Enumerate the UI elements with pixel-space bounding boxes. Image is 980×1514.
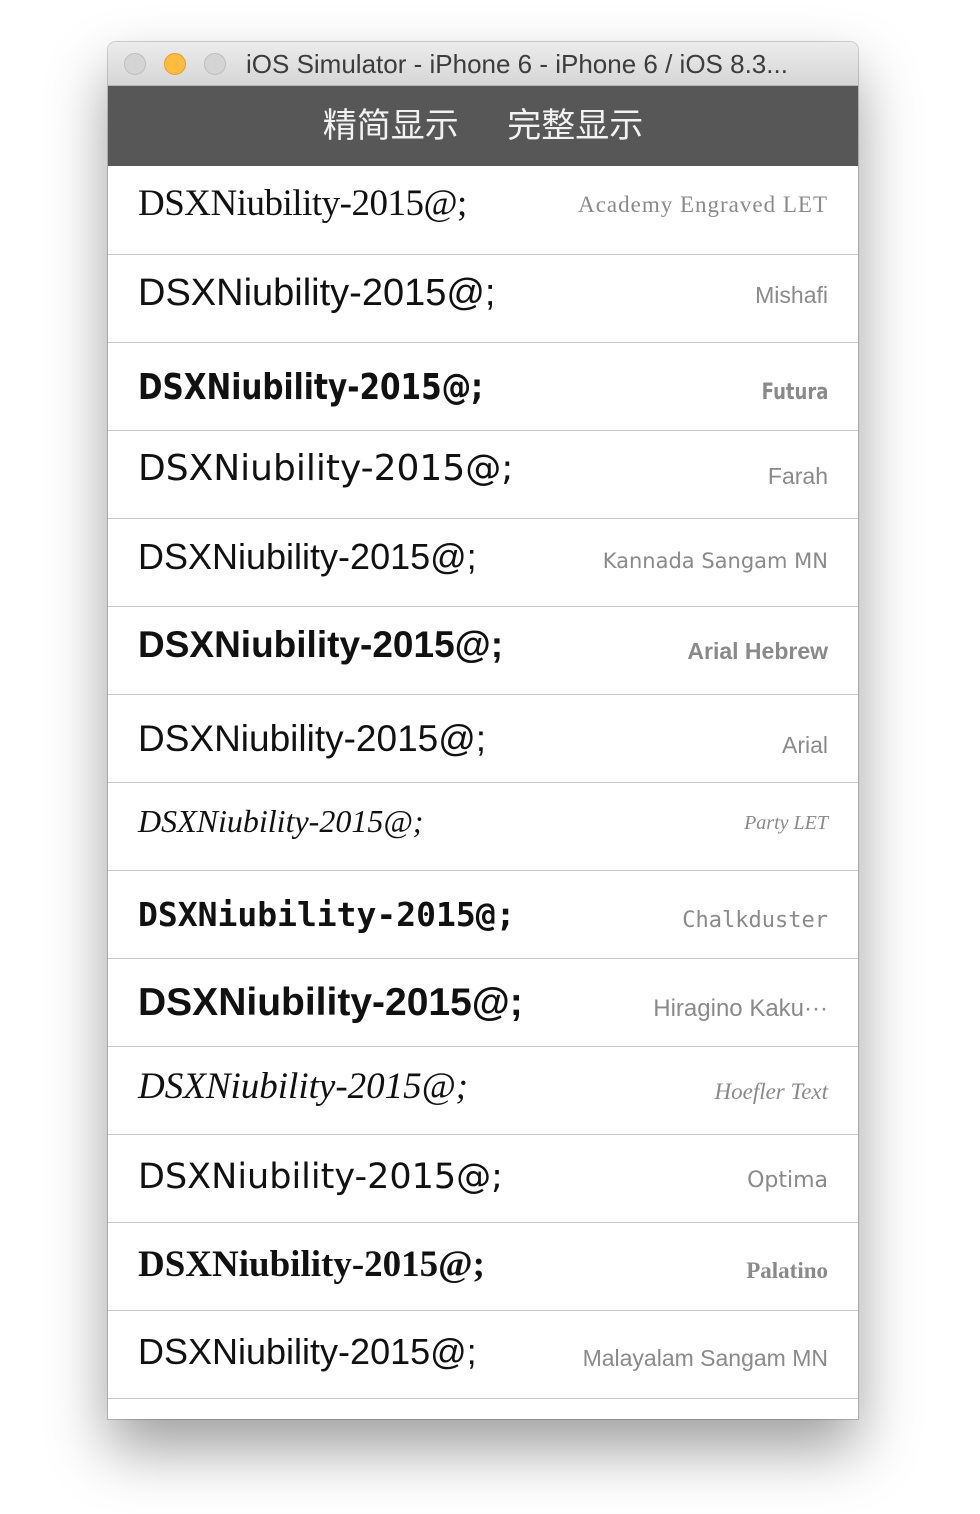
- font-name-label: Futura: [761, 380, 828, 405]
- font-name-label: Hoefler Text: [714, 1079, 829, 1104]
- font-name-label: Kannada Sangam MN: [602, 549, 828, 573]
- font-list[interactable]: DSXNiubility-2015@; Academy Engraved LET…: [108, 167, 858, 1399]
- font-name-label: Optima: [747, 1168, 828, 1193]
- font-name-label: Arial: [781, 732, 828, 758]
- zoom-window-button[interactable]: [204, 53, 226, 75]
- font-sample-text: DSXNiubility-2015@;: [138, 1244, 485, 1285]
- list-item[interactable]: DSXNiubility-2015@; Farah: [108, 431, 858, 519]
- list-item[interactable]: DSXNiubility-2015@; Hiragino Kaku···: [108, 959, 858, 1047]
- list-item[interactable]: DSXNiubility-2015@; Chalkduster: [108, 871, 858, 959]
- font-sample-text: DSXNiubility-2015@;: [138, 624, 504, 665]
- list-item[interactable]: DSXNiubility-2015@; Futura: [108, 343, 858, 431]
- list-item[interactable]: DSXNiubility-2015@; Party LET: [108, 783, 858, 871]
- font-sample-text: DSXNiubility-2015@;: [138, 1066, 469, 1107]
- tab-compact-display[interactable]: 精简显示: [323, 86, 459, 166]
- close-window-button[interactable]: [124, 53, 146, 75]
- font-name-label: Malayalam Sangam MN: [582, 1345, 828, 1371]
- font-sample-text: DSXNiubility-2015@;: [138, 1331, 477, 1372]
- font-name-label: Mishafi: [755, 282, 828, 308]
- minimize-window-button[interactable]: [164, 53, 186, 75]
- simulator-window: iOS Simulator - iPhone 6 - iPhone 6 / iO…: [108, 42, 858, 1419]
- font-sample-text: DSXNiubility-2015@;: [138, 183, 467, 224]
- list-item[interactable]: DSXNiubility-2015@; Hoefler Text: [108, 1047, 858, 1135]
- font-sample-text: DSXNiubility-2015@;: [138, 981, 523, 1024]
- font-name-label: Arial Hebrew: [687, 638, 828, 664]
- font-sample-text: DSXNiubility-2015@;: [138, 448, 514, 489]
- window-titlebar[interactable]: iOS Simulator - iPhone 6 - iPhone 6 / iO…: [108, 42, 858, 86]
- font-name-label: Academy Engraved LET: [578, 192, 828, 217]
- list-item[interactable]: DSXNiubility-2015@; Arial: [108, 695, 858, 783]
- list-item[interactable]: DSXNiubility-2015@; Arial Hebrew: [108, 607, 858, 695]
- list-item[interactable]: DSXNiubility-2015@; Mishafi: [108, 255, 858, 343]
- font-sample-text: DSXNiubility-2015@;: [138, 536, 477, 577]
- font-sample-text: DSXNiubility-2015@;: [138, 367, 483, 408]
- font-name-label: Palatino: [746, 1258, 828, 1283]
- window-title: iOS Simulator - iPhone 6 - iPhone 6 / iO…: [246, 49, 788, 79]
- font-sample-text: DSXNiubility-2015@;: [138, 895, 516, 934]
- list-item[interactable]: DSXNiubility-2015@; Palatino: [108, 1223, 858, 1311]
- font-name-label: Chalkduster: [682, 908, 828, 933]
- tab-full-display[interactable]: 完整显示: [507, 86, 643, 166]
- list-item[interactable]: DSXNiubility-2015@; Optima: [108, 1135, 858, 1223]
- list-item[interactable]: DSXNiubility-2015@; Academy Engraved LET: [108, 167, 858, 255]
- navigation-bar: 精简显示 完整显示: [108, 86, 858, 166]
- list-item[interactable]: DSXNiubility-2015@; Kannada Sangam MN: [108, 519, 858, 607]
- font-name-label: Party LET: [744, 812, 828, 834]
- font-name-label: Farah: [767, 463, 828, 489]
- font-sample-text: DSXNiubility-2015@;: [138, 803, 424, 839]
- font-sample-text: DSXNiubility-2015@;: [138, 718, 487, 759]
- list-item[interactable]: DSXNiubility-2015@; Malayalam Sangam MN: [108, 1311, 858, 1399]
- font-sample-text: DSXNiubility-2015@;: [138, 1157, 503, 1197]
- font-name-label: Hiragino Kaku···: [653, 995, 828, 1022]
- font-sample-text: DSXNiubility-2015@;: [138, 272, 496, 314]
